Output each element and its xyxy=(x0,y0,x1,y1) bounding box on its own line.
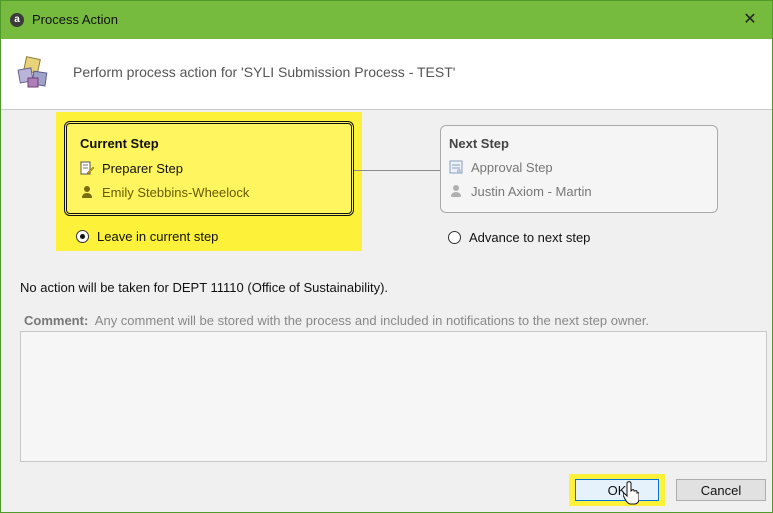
next-step-owner: Justin Axiom - Martin xyxy=(471,184,592,199)
comment-hint: Any comment will be stored with the proc… xyxy=(94,313,650,328)
current-step-card: Current Step Preparer Step Emily Stebbin… xyxy=(64,121,354,216)
current-step-name: Preparer Step xyxy=(102,161,183,176)
radio-unselected-icon[interactable] xyxy=(448,231,461,244)
next-step-owner-row: Justin Axiom - Martin xyxy=(449,184,592,199)
edit-document-icon xyxy=(80,161,94,175)
cancel-button[interactable]: Cancel xyxy=(676,479,766,501)
window-title: Process Action xyxy=(32,12,118,27)
user-icon xyxy=(82,186,92,198)
current-step-owner-row: Emily Stebbins-Wheelock xyxy=(80,185,249,200)
approval-document-icon xyxy=(449,160,463,174)
current-step-owner: Emily Stebbins-Wheelock xyxy=(102,185,250,200)
hand-cursor-icon xyxy=(623,481,639,505)
next-step-card: Next Step Approval Step Justin Axiom - M… xyxy=(440,125,718,213)
current-step-title: Current Step xyxy=(80,136,159,151)
leave-in-current-step-radio[interactable]: Leave in current step xyxy=(76,229,218,244)
header-description: Perform process action for 'SYLI Submiss… xyxy=(73,64,456,80)
close-button[interactable]: ✕ xyxy=(728,1,772,39)
advance-to-next-step-label: Advance to next step xyxy=(469,230,591,245)
step-connector-line xyxy=(354,170,440,171)
next-step-name-row: Approval Step xyxy=(449,160,553,175)
app-logo-icon: a xyxy=(10,13,24,27)
next-step-title: Next Step xyxy=(449,136,509,151)
info-message: No action will be taken for DEPT 11110 (… xyxy=(20,280,389,295)
comment-label: Comment: xyxy=(24,313,89,328)
next-step-name: Approval Step xyxy=(471,160,553,175)
current-step-name-row: Preparer Step xyxy=(80,161,183,176)
comment-label-row: Comment: Any comment will be stored with… xyxy=(24,313,649,328)
advance-to-next-step-radio[interactable]: Advance to next step xyxy=(448,230,590,245)
title-bar[interactable]: a Process Action ✕ xyxy=(1,1,772,39)
radio-selected-icon[interactable] xyxy=(76,230,89,243)
process-cubes-icon xyxy=(17,56,48,88)
comment-textarea[interactable] xyxy=(20,331,767,462)
leave-in-current-step-label: Leave in current step xyxy=(97,229,219,244)
ok-button[interactable]: OK xyxy=(575,479,659,501)
dialog-header: Perform process action for 'SYLI Submiss… xyxy=(1,39,772,110)
user-icon xyxy=(451,185,461,197)
